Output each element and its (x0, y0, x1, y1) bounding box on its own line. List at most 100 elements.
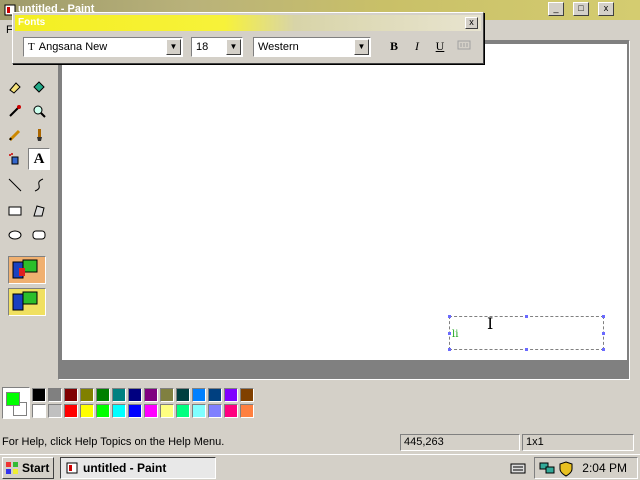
rounded-rectangle-tool[interactable] (28, 224, 50, 246)
resize-handle-bottom[interactable] (525, 348, 528, 351)
palette-swatch[interactable] (176, 388, 190, 402)
palette-swatch[interactable] (240, 404, 254, 418)
palette-swatch[interactable] (128, 388, 142, 402)
paint-app-icon (66, 462, 78, 474)
text-cursor-icon: I (487, 314, 494, 333)
palette-swatch[interactable] (64, 388, 78, 402)
text-tool[interactable]: A (28, 148, 50, 170)
taskbar-item-label: untitled - Paint (83, 461, 167, 475)
resize-handle-bottom-right[interactable] (602, 348, 605, 351)
palette-swatch[interactable] (32, 388, 46, 402)
start-button[interactable]: Start (2, 457, 54, 479)
palette-swatch[interactable] (144, 404, 158, 418)
text-tool-icon: A (33, 150, 45, 167)
resize-handle-bottom-left[interactable] (448, 348, 451, 351)
fonts-toolbar-close-button[interactable]: x (465, 17, 478, 29)
palette-swatch[interactable] (176, 404, 190, 418)
palette-swatch[interactable] (208, 388, 222, 402)
toolbox: A (0, 40, 56, 380)
foreground-color-swatch[interactable] (6, 392, 20, 406)
magnifier-icon (33, 105, 46, 118)
clock[interactable]: 2:04 PM (582, 461, 627, 475)
fonts-toolbar: Fonts x T Angsana New ▼ 18 ▼ Western ▼ B … (12, 12, 484, 64)
minimize-button[interactable]: _ (548, 2, 564, 16)
bold-button[interactable]: B (385, 39, 403, 55)
palette-swatch[interactable] (64, 404, 78, 418)
magnifier-tool[interactable] (28, 100, 50, 122)
palette-swatch[interactable] (32, 404, 46, 418)
polygon-tool[interactable] (28, 200, 50, 222)
palette-swatch[interactable] (80, 388, 94, 402)
underline-button[interactable]: U (431, 39, 449, 55)
taskbar-item-paint[interactable]: untitled - Paint (60, 457, 216, 479)
chevron-down-icon[interactable]: ▼ (354, 39, 369, 55)
font-size-dropdown[interactable]: 18 ▼ (191, 37, 243, 57)
rectangle-tool[interactable] (4, 200, 26, 222)
network-icon[interactable] (539, 461, 555, 475)
palette-swatch[interactable] (192, 404, 206, 418)
pencil-icon (8, 129, 21, 142)
resize-handle-top-right[interactable] (602, 315, 605, 318)
palette-swatch[interactable] (240, 388, 254, 402)
chevron-down-icon[interactable]: ▼ (166, 39, 181, 55)
text-entry-box[interactable]: li (448, 315, 605, 351)
rounded-rectangle-icon (32, 230, 46, 240)
ellipse-tool[interactable] (4, 224, 26, 246)
palette-swatch[interactable] (128, 404, 142, 418)
fonts-toolbar-title: Fonts (18, 17, 46, 28)
resize-handle-left[interactable] (448, 332, 451, 335)
palette-swatch[interactable] (160, 404, 174, 418)
drawing-canvas[interactable]: li I (62, 44, 627, 360)
brush-tool[interactable] (28, 124, 50, 146)
system-tray: 2:04 PM (534, 457, 638, 479)
font-script-dropdown[interactable]: Western ▼ (253, 37, 371, 57)
palette-swatch[interactable] (224, 388, 238, 402)
security-shield-icon[interactable] (559, 461, 573, 477)
palette-swatch[interactable] (112, 388, 126, 402)
line-tool[interactable] (4, 174, 26, 196)
chevron-down-icon[interactable]: ▼ (226, 39, 241, 55)
eraser-icon (9, 82, 21, 94)
opaque-background-option[interactable] (8, 256, 46, 284)
palette-swatch[interactable] (80, 404, 94, 418)
color-picker-tool[interactable] (4, 100, 26, 122)
palette-swatch[interactable] (192, 388, 206, 402)
font-script-value: Western (258, 41, 299, 53)
palette-swatch[interactable] (160, 388, 174, 402)
keyboard-icon[interactable] (510, 461, 526, 475)
current-colors[interactable] (2, 387, 30, 419)
palette-swatch[interactable] (48, 388, 62, 402)
color-palette (0, 384, 640, 426)
palette-swatch[interactable] (224, 404, 238, 418)
font-size-value: 18 (196, 41, 209, 53)
fill-tool[interactable] (28, 76, 50, 98)
palette-swatch[interactable] (112, 404, 126, 418)
palette-swatch[interactable] (48, 404, 62, 418)
vertical-text-button[interactable] (455, 39, 473, 55)
palette-swatch[interactable] (96, 388, 110, 402)
canvas-workspace: li I (58, 40, 630, 380)
font-name-dropdown[interactable]: T Angsana New ▼ (23, 37, 183, 57)
vertical-text-icon (457, 40, 471, 50)
coordinates-panel: 445,263 (400, 434, 520, 451)
start-label: Start (22, 461, 50, 475)
airbrush-icon (9, 153, 19, 165)
curve-tool[interactable] (28, 174, 50, 196)
transparent-background-option[interactable] (8, 288, 46, 316)
pencil-tool[interactable] (4, 124, 26, 146)
resize-handle-right[interactable] (602, 332, 605, 335)
resize-handle-top[interactable] (525, 315, 528, 318)
palette-swatch[interactable] (208, 404, 222, 418)
palette-swatch[interactable] (144, 388, 158, 402)
maximize-button[interactable]: □ (573, 2, 589, 16)
palette-swatch[interactable] (96, 404, 110, 418)
resize-handle-top-left[interactable] (448, 315, 451, 318)
italic-button[interactable]: I (408, 39, 426, 55)
eraser-tool[interactable] (4, 76, 26, 98)
close-window-button[interactable]: x (598, 2, 614, 16)
typed-text: li (452, 329, 459, 340)
paint-bucket-icon (33, 81, 45, 93)
airbrush-tool[interactable] (4, 148, 26, 170)
selection-size: 1x1 (526, 436, 544, 448)
fonts-toolbar-title-bar[interactable]: Fonts x (15, 15, 481, 31)
